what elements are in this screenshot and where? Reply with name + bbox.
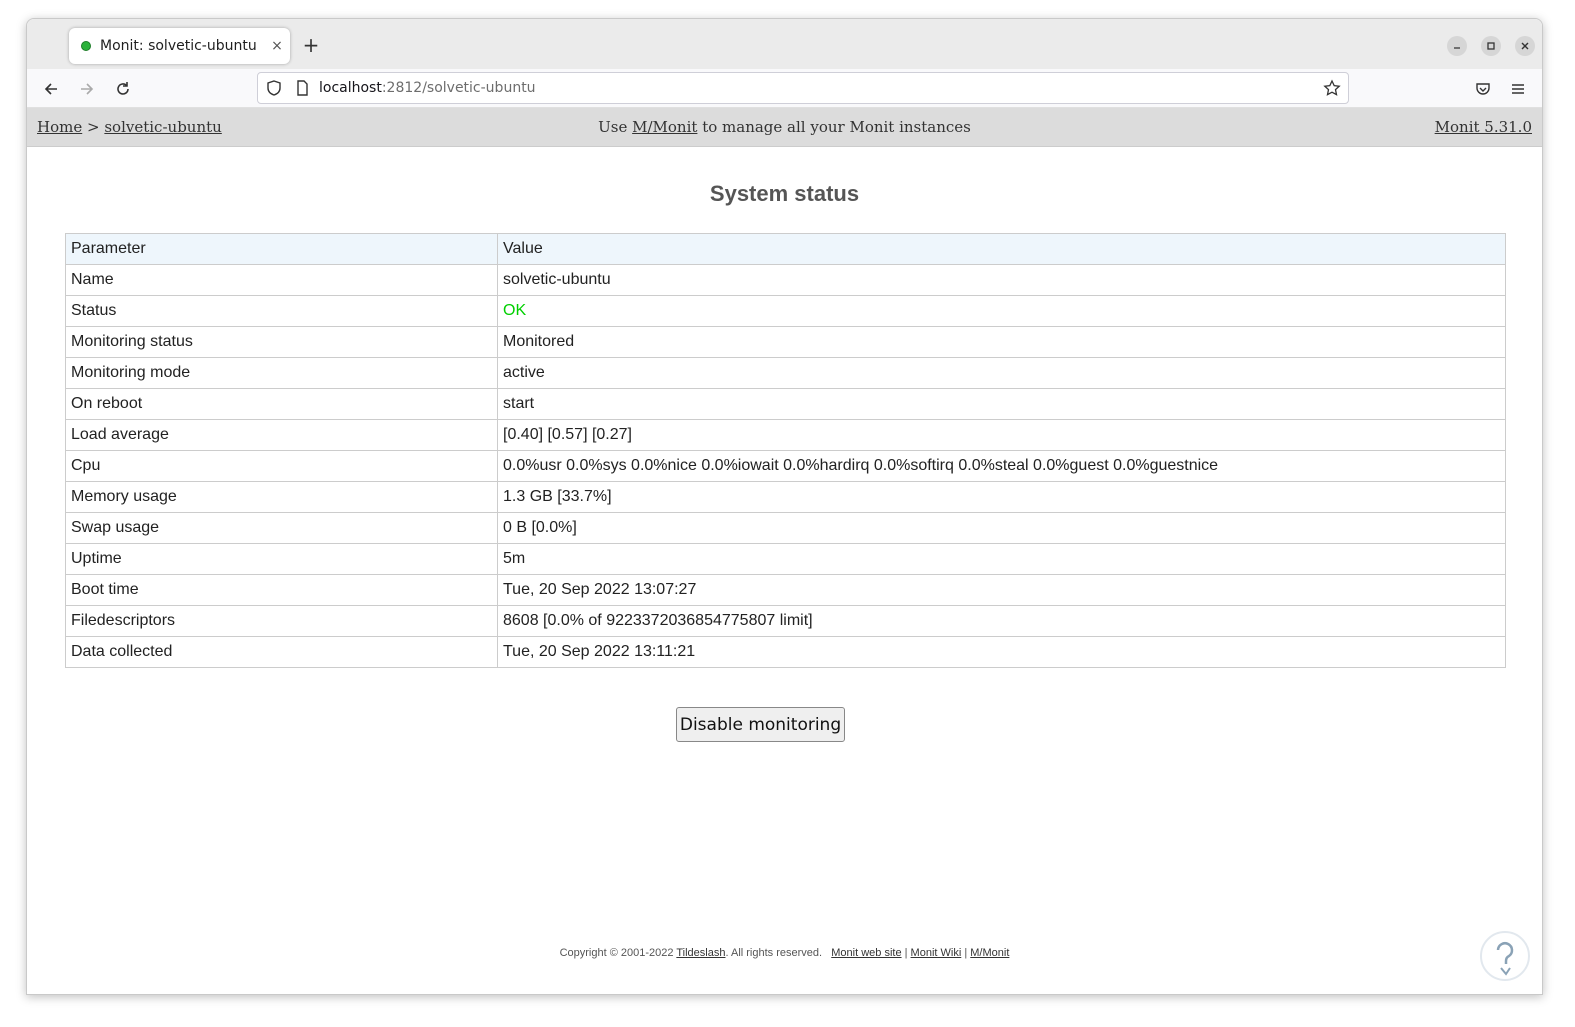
value-cell: solvetic-ubuntu	[497, 264, 1506, 296]
footer: Copyright © 2001-2022 Tildeslash. All ri…	[559, 947, 1010, 959]
forward-arrow-icon[interactable]	[75, 77, 99, 101]
param-cell: Monitoring mode	[65, 357, 498, 389]
minimize-icon[interactable]	[1447, 36, 1467, 56]
value-cell: 0.0%usr 0.0%sys 0.0%nice 0.0%iowait 0.0%…	[497, 450, 1506, 482]
monit-website-link[interactable]: Monit web site	[831, 947, 901, 959]
table-row: Uptime 5m	[65, 543, 1506, 575]
table-row: Cpu 0.0%usr 0.0%sys 0.0%nice 0.0%iowait 0…	[65, 450, 1506, 482]
param-cell: Swap usage	[65, 512, 498, 544]
reload-icon[interactable]	[111, 77, 135, 101]
param-cell: Filedescriptors	[65, 605, 498, 637]
version-link[interactable]: Monit 5.31.0	[1435, 118, 1532, 136]
param-cell: Cpu	[65, 450, 498, 482]
page-title: System status	[709, 181, 860, 206]
pocket-icon[interactable]	[1471, 77, 1495, 101]
shield-icon[interactable]	[265, 79, 283, 101]
favicon-icon	[81, 41, 91, 51]
table-row: Monitoring mode active	[65, 357, 1506, 389]
mmonit-footer-link[interactable]: M/Monit	[970, 947, 1009, 959]
value-cell: 5m	[497, 543, 1506, 575]
status-ok-value: OK	[497, 295, 1506, 327]
tab-bar: Monit: solvetic-ubuntu × +	[27, 19, 1542, 69]
table-row: Monitoring status Monitored	[65, 326, 1506, 358]
value-cell: [0.40] [0.57] [0.27]	[497, 419, 1506, 451]
monit-wiki-link[interactable]: Monit Wiki	[911, 947, 962, 959]
value-cell: Tue, 20 Sep 2022 13:07:27	[497, 574, 1506, 606]
breadcrumb-separator: >	[87, 118, 100, 136]
tab-close-icon[interactable]: ×	[264, 38, 290, 54]
tildeslash-link[interactable]: Tildeslash	[676, 947, 725, 959]
maximize-icon[interactable]	[1481, 36, 1501, 56]
table-row: On reboot start	[65, 388, 1506, 420]
mmonit-message: Use M/Monit to manage all your Monit ins…	[598, 118, 971, 136]
table-header-row: Parameter Value	[65, 233, 1506, 265]
new-tab-button[interactable]: +	[299, 33, 323, 57]
tab-title: Monit: solvetic-ubuntu	[100, 38, 257, 54]
menu-icon[interactable]	[1506, 77, 1530, 101]
column-header-value: Value	[497, 233, 1506, 265]
param-cell: On reboot	[65, 388, 498, 420]
mmonit-link[interactable]: M/Monit	[632, 118, 697, 136]
back-arrow-icon[interactable]	[39, 77, 63, 101]
table-row: Load average [0.40] [0.57] [0.27]	[65, 419, 1506, 451]
param-cell: Boot time	[65, 574, 498, 606]
value-cell: Tue, 20 Sep 2022 13:11:21	[497, 636, 1506, 668]
tab-monit[interactable]: Monit: solvetic-ubuntu ×	[69, 28, 290, 64]
table-row: Boot time Tue, 20 Sep 2022 13:07:27	[65, 574, 1506, 606]
param-cell: Memory usage	[65, 481, 498, 513]
param-cell: Status	[65, 295, 498, 327]
breadcrumb: Home > solvetic-ubuntu	[37, 118, 222, 136]
system-status-table: Parameter Value Name solvetic-ubuntu Stat…	[65, 233, 1506, 668]
url-bar[interactable]: localhost:2812/solvetic-ubuntu	[257, 72, 1349, 104]
param-cell: Load average	[65, 419, 498, 451]
table-row: Data collected Tue, 20 Sep 2022 13:11:21	[65, 636, 1506, 668]
page-icon[interactable]	[293, 79, 311, 101]
value-cell: 8608 [0.0% of 9223372036854775807 limit]	[497, 605, 1506, 637]
table-row: Status OK	[65, 295, 1506, 327]
disable-monitoring-button[interactable]: Disable monitoring	[676, 707, 845, 742]
table-row: Name solvetic-ubuntu	[65, 264, 1506, 296]
table-row: Memory usage 1.3 GB [33.7%]	[65, 481, 1506, 513]
close-icon[interactable]	[1515, 36, 1535, 56]
param-cell: Monitoring status	[65, 326, 498, 358]
column-header-parameter: Parameter	[65, 233, 498, 265]
table-row: Swap usage 0 B [0.0%]	[65, 512, 1506, 544]
nav-bar: localhost:2812/solvetic-ubuntu	[27, 69, 1542, 108]
url-text[interactable]: localhost:2812/solvetic-ubuntu	[319, 80, 536, 96]
param-cell: Uptime	[65, 543, 498, 575]
breadcrumb-host-link[interactable]: solvetic-ubuntu	[104, 118, 221, 136]
value-cell: 1.3 GB [33.7%]	[497, 481, 1506, 513]
watermark-logo-icon	[1479, 930, 1531, 982]
monit-header: Home > solvetic-ubuntu Use M/Monit to ma…	[27, 108, 1542, 147]
param-cell: Name	[65, 264, 498, 296]
table-row: Filedescriptors 8608 [0.0% of 92233720368…	[65, 605, 1506, 637]
star-icon[interactable]	[1323, 79, 1341, 101]
param-cell: Data collected	[65, 636, 498, 668]
value-cell: 0 B [0.0%]	[497, 512, 1506, 544]
breadcrumb-home-link[interactable]: Home	[37, 118, 82, 136]
value-cell: start	[497, 388, 1506, 420]
browser-window: Monit: solvetic-ubuntu × + localhost:281…	[26, 18, 1543, 995]
value-cell: active	[497, 357, 1506, 389]
value-cell: Monitored	[497, 326, 1506, 358]
